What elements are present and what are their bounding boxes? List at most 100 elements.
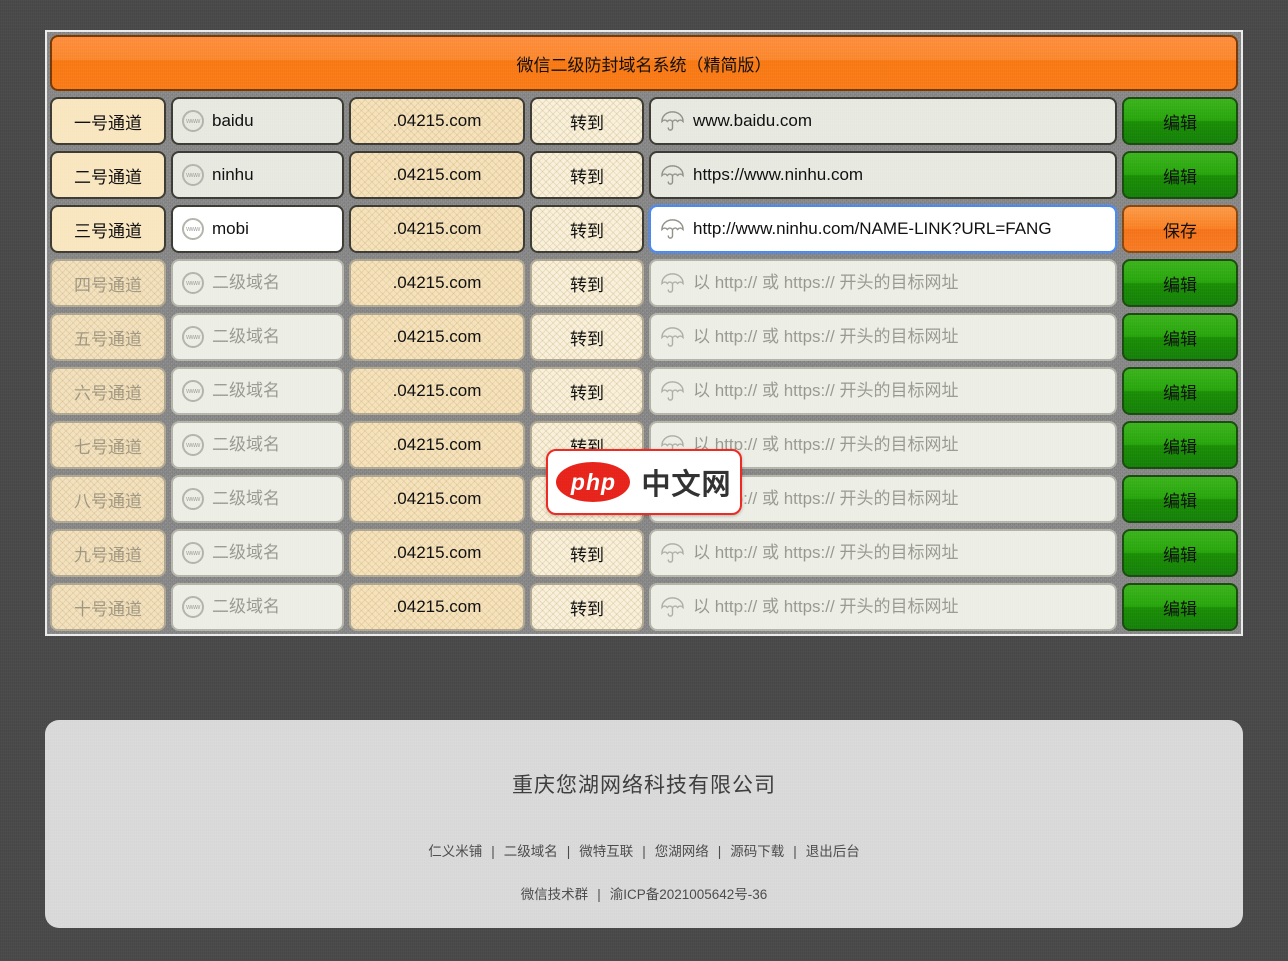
channel-button[interactable]: 四号通道 [50, 259, 166, 307]
subdomain-input[interactable] [212, 219, 333, 239]
php-cn-watermark-logo[interactable]: php 中文网 [546, 449, 742, 515]
channel-button[interactable]: 一号通道 [50, 97, 166, 145]
edit-button[interactable]: 编辑 [1122, 313, 1238, 361]
edit-button[interactable]: 编辑 [1122, 475, 1238, 523]
goto-button[interactable]: 转到 [530, 151, 644, 199]
goto-button[interactable]: 转到 [530, 205, 644, 253]
channel-button[interactable]: 九号通道 [50, 529, 166, 577]
channel-button[interactable]: 六号通道 [50, 367, 166, 415]
target-url-input[interactable] [693, 273, 1106, 293]
www-icon: www [182, 110, 204, 132]
subdomain-input[interactable] [212, 597, 333, 617]
target-url-input[interactable] [693, 489, 1106, 509]
edit-button[interactable]: 编辑 [1122, 367, 1238, 415]
target-url-field[interactable] [649, 367, 1117, 415]
umbrella-icon [660, 271, 685, 296]
edit-button[interactable]: 编辑 [1122, 421, 1238, 469]
subdomain-input[interactable] [212, 435, 333, 455]
subdomain-field[interactable]: www [171, 583, 344, 631]
channel-button[interactable]: 三号通道 [50, 205, 166, 253]
goto-button[interactable]: 转到 [530, 367, 644, 415]
channel-button[interactable]: 七号通道 [50, 421, 166, 469]
footer-links: 仁义米铺|二级域名|微特互联|您湖网络|源码下载|退出后台 [45, 840, 1243, 860]
target-url-field[interactable] [649, 583, 1117, 631]
target-url-input[interactable] [693, 111, 1106, 131]
umbrella-icon [660, 541, 685, 566]
subdomain-field[interactable]: www [171, 421, 344, 469]
wechat-group-text: 微信技术群 [521, 887, 589, 902]
www-icon: www [182, 380, 204, 402]
footer-link[interactable]: 微特互联 [579, 844, 633, 859]
subdomain-field[interactable]: www [171, 259, 344, 307]
goto-button[interactable]: 转到 [530, 259, 644, 307]
goto-button[interactable]: 转到 [530, 529, 644, 577]
subdomain-field[interactable]: www [171, 97, 344, 145]
subdomain-input[interactable] [212, 111, 333, 131]
subdomain-input[interactable] [212, 273, 333, 293]
footer-link[interactable]: 二级域名 [504, 844, 558, 859]
icp-number: 渝ICP备2021005642号-36 [610, 887, 768, 902]
umbrella-icon [660, 217, 685, 242]
umbrella-icon [660, 595, 685, 620]
channel-button[interactable]: 八号通道 [50, 475, 166, 523]
subdomain-field[interactable]: www [171, 313, 344, 361]
www-icon: www [182, 542, 204, 564]
target-url-input[interactable] [693, 543, 1106, 563]
target-url-input[interactable] [693, 381, 1106, 401]
channel-button[interactable]: 十号通道 [50, 583, 166, 631]
link-separator: | [709, 844, 731, 859]
target-url-input[interactable] [693, 219, 1106, 239]
link-separator: | [558, 844, 580, 859]
link-separator: | [588, 887, 610, 902]
goto-button[interactable]: 转到 [530, 313, 644, 361]
goto-button[interactable]: 转到 [530, 583, 644, 631]
subdomain-input[interactable] [212, 489, 333, 509]
target-url-input[interactable] [693, 597, 1106, 617]
footer-link[interactable]: 源码下载 [730, 844, 784, 859]
channel-table-panel: 微信二级防封域名系统（精简版） 一号通道 www .04215.com 转到 编… [45, 30, 1243, 636]
umbrella-icon [660, 109, 685, 134]
channel-button[interactable]: 二号通道 [50, 151, 166, 199]
edit-button[interactable]: 编辑 [1122, 259, 1238, 307]
footer-link[interactable]: 仁义米铺 [428, 844, 482, 859]
edit-button[interactable]: 编辑 [1122, 583, 1238, 631]
target-url-input[interactable] [693, 165, 1106, 185]
channel-button[interactable]: 五号通道 [50, 313, 166, 361]
subdomain-field[interactable]: www [171, 529, 344, 577]
www-icon: www [182, 488, 204, 510]
target-url-input[interactable] [693, 435, 1106, 455]
target-url-field[interactable] [649, 259, 1117, 307]
www-icon: www [182, 326, 204, 348]
subdomain-input[interactable] [212, 381, 333, 401]
save-button[interactable]: 保存 [1122, 205, 1238, 253]
footer-link[interactable]: 您湖网络 [655, 844, 709, 859]
subdomain-input[interactable] [212, 165, 333, 185]
domain-suffix-label: .04215.com [349, 151, 525, 199]
edit-button[interactable]: 编辑 [1122, 529, 1238, 577]
domain-suffix-label: .04215.com [349, 529, 525, 577]
subdomain-field[interactable]: www [171, 367, 344, 415]
subdomain-input[interactable] [212, 327, 333, 347]
target-url-field[interactable] [649, 151, 1117, 199]
www-icon: www [182, 164, 204, 186]
goto-button[interactable]: 转到 [530, 97, 644, 145]
target-url-field[interactable] [649, 313, 1117, 361]
umbrella-icon [660, 163, 685, 188]
subdomain-field[interactable]: www [171, 151, 344, 199]
www-icon: www [182, 218, 204, 240]
target-url-field[interactable] [649, 205, 1117, 253]
target-url-input[interactable] [693, 327, 1106, 347]
edit-button[interactable]: 编辑 [1122, 151, 1238, 199]
subdomain-field[interactable]: www [171, 475, 344, 523]
www-icon: www [182, 434, 204, 456]
edit-button[interactable]: 编辑 [1122, 97, 1238, 145]
subdomain-input[interactable] [212, 543, 333, 563]
domain-suffix-label: .04215.com [349, 367, 525, 415]
footer-panel: 重庆您湖网络科技有限公司 仁义米铺|二级域名|微特互联|您湖网络|源码下载|退出… [45, 720, 1243, 928]
company-name: 重庆您湖网络科技有限公司 [45, 720, 1243, 799]
target-url-field[interactable] [649, 529, 1117, 577]
footer-link-logout[interactable]: 退出后台 [806, 844, 860, 859]
footer-meta: 微信技术群|渝ICP备2021005642号-36 [45, 883, 1243, 903]
subdomain-field[interactable]: www [171, 205, 344, 253]
target-url-field[interactable] [649, 97, 1117, 145]
